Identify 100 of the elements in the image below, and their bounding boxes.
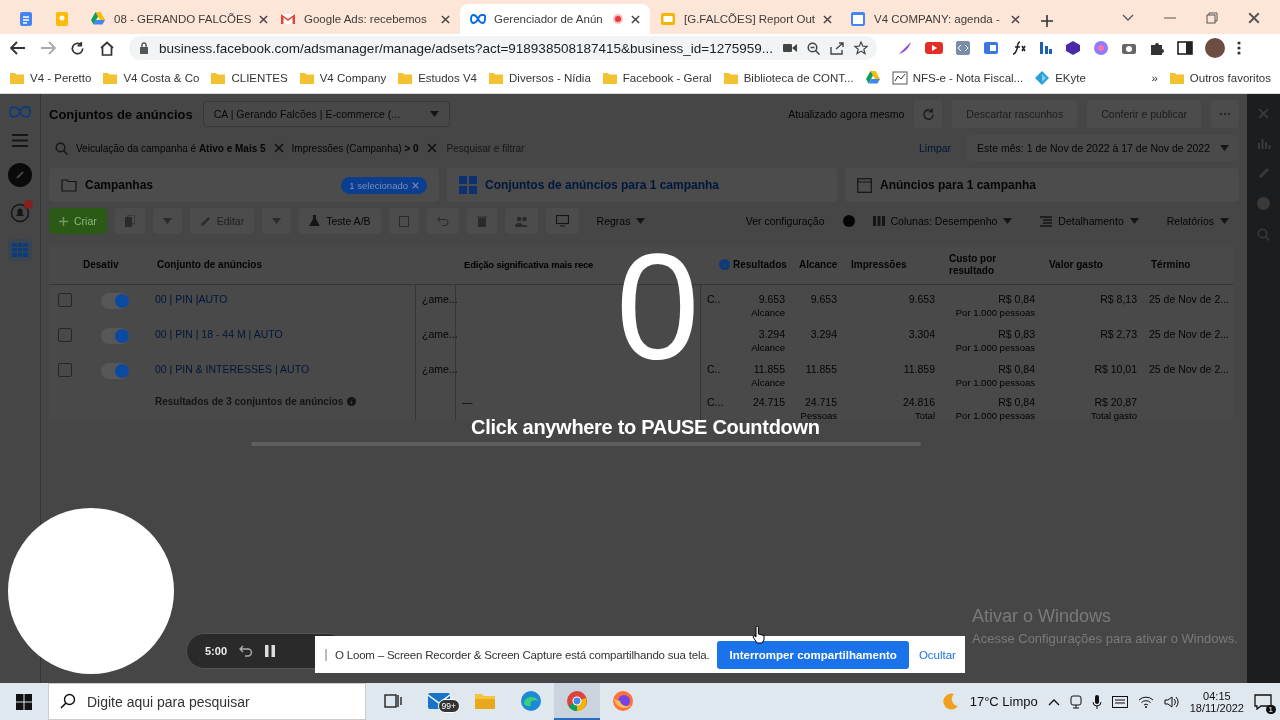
clock-time[interactable]: 04:15 <box>1203 689 1231 702</box>
undo-icon[interactable] <box>239 645 254 657</box>
ad-set-link[interactable]: 00 | PIN | 18 - 44 M | AUTO <box>155 328 283 340</box>
profile-avatar[interactable] <box>1205 38 1225 58</box>
gauge-icon[interactable] <box>8 163 32 187</box>
column-header[interactable]: Custo por resultado <box>941 245 1041 285</box>
star-icon[interactable] <box>853 41 868 55</box>
create-button[interactable]: Criar <box>49 208 107 234</box>
close-icon[interactable] <box>259 14 269 24</box>
columns-dropdown[interactable]: Colunas: Desempenho <box>862 208 1023 234</box>
remove-filter-icon[interactable] <box>273 143 284 153</box>
forward-icon[interactable] <box>40 41 56 55</box>
account-dropdown[interactable]: CA | Gerando Falcões | E-commerce (... <box>202 101 451 127</box>
chevron-up-icon[interactable] <box>1047 697 1060 706</box>
close-icon[interactable] <box>1011 14 1020 24</box>
date-range-dropdown[interactable]: Este mês: 1 de Nov de 2022 à 17 de Nov de 2022 <box>967 135 1239 161</box>
ad-set-link[interactable]: 00 | PIN & INTERESSES | AUTO <box>155 363 310 375</box>
toggle-switch[interactable] <box>101 328 129 344</box>
share-icon[interactable] <box>829 41 844 55</box>
taskbar-search-field[interactable]: Digite aqui para pesquisar <box>48 683 366 720</box>
ad-set-link[interactable]: 00 | PIN |AUTO <box>155 293 228 305</box>
clock-date[interactable]: 18/11/2022 <box>1189 701 1244 714</box>
bookmark[interactable]: Estudos V4 <box>392 67 482 88</box>
webcam-icon[interactable] <box>1069 694 1082 709</box>
column-header[interactable]: Desativ <box>81 245 149 285</box>
taskbar-app[interactable] <box>554 683 600 720</box>
address-bar[interactable]: business.facebook.com/adsmanager/manage/adsets?act=918938508187415&business_id=1275959... <box>129 36 877 60</box>
browser-tab[interactable]: Google Ads: recebemos <box>270 4 460 34</box>
windows-icon[interactable] <box>16 693 32 710</box>
toggle-switch[interactable] <box>101 293 129 309</box>
close-icon[interactable] <box>441 14 450 24</box>
function-icon[interactable] <box>1011 40 1027 56</box>
browser-tab[interactable]: Gerenciador de Anún <box>460 4 650 34</box>
code-icon[interactable] <box>955 40 971 56</box>
bookmark[interactable]: V4 - Peretto <box>4 67 97 88</box>
triangle-icon[interactable] <box>864 69 881 86</box>
bookmark[interactable]: Diversos - Nídia <box>483 67 596 88</box>
notification-icon[interactable] <box>1254 693 1272 710</box>
level-tab[interactable]: Anúncios para 1 campanha <box>845 168 1239 202</box>
bookmark[interactable]: Facebook - Geral <box>596 67 717 88</box>
zoom-icon[interactable] <box>806 41 820 55</box>
clipboard-button[interactable] <box>388 208 419 234</box>
level-tab[interactable]: Campanhas 1 selecionado <box>49 168 439 202</box>
ab-test-button[interactable]: Teste A/B <box>299 208 381 234</box>
row-checkbox[interactable] <box>58 293 72 307</box>
camera-icon[interactable] <box>1121 41 1137 55</box>
column-header[interactable]: Alcance <box>791 245 843 285</box>
bell-icon[interactable] <box>10 203 30 223</box>
bookmark[interactable]: V4 Company <box>293 67 392 88</box>
taskbar-app[interactable]: 99+ <box>416 683 462 720</box>
chevron-icon[interactable] <box>1122 14 1134 22</box>
back-icon[interactable] <box>10 41 26 55</box>
menu-icon[interactable] <box>12 134 28 147</box>
puzzle-icon[interactable] <box>1149 40 1165 56</box>
bookmark[interactable]: CLIENTES <box>205 67 293 88</box>
play-icon[interactable] <box>925 41 943 55</box>
more-icon[interactable] <box>1237 40 1241 56</box>
camera-icon[interactable] <box>782 43 797 53</box>
speaker-icon[interactable] <box>1163 695 1180 708</box>
toggle-switch[interactable] <box>101 363 129 379</box>
pause-icon[interactable] <box>265 645 276 657</box>
browser-icon[interactable] <box>983 40 999 56</box>
bookmark[interactable]: NFS-e - Nota Fiscal... <box>886 66 1029 89</box>
wifi-icon[interactable] <box>1137 695 1154 708</box>
filter-chip[interactable]: Impressões (Campanha) > 0 <box>291 142 419 154</box>
hide-link[interactable]: Ocultar <box>918 648 956 661</box>
close-icon[interactable] <box>1248 12 1260 24</box>
more-bookmarks[interactable]: » <box>1146 68 1163 87</box>
column-header[interactable]: Término <box>1143 245 1233 285</box>
column-header[interactable]: Impressões <box>843 245 941 285</box>
browser-tab[interactable]: 08 - GERANDO FALCÕES <box>80 4 270 34</box>
bookmark[interactable]: V4 Costa & Co <box>97 67 205 88</box>
home-icon[interactable] <box>99 40 115 56</box>
clear-icon[interactable] <box>412 181 419 189</box>
row-checkbox[interactable] <box>58 328 72 342</box>
bookmark-folder[interactable]: Outros favoritos <box>1163 67 1276 88</box>
side-panel-icon[interactable] <box>1177 41 1193 55</box>
weather-status[interactable]: 17°C Limpo <box>969 694 1038 709</box>
breakdown-dropdown[interactable]: Detalhamento <box>1030 208 1149 234</box>
reports-dropdown[interactable]: Relatórios <box>1156 208 1239 234</box>
restore-icon[interactable] <box>1206 12 1218 24</box>
bookmark[interactable]: EKyte <box>1029 66 1091 89</box>
remove-filter-icon[interactable] <box>426 143 437 153</box>
rules-dropdown[interactable]: Regras <box>586 208 656 234</box>
column-header[interactable]: Valor gasto <box>1041 245 1143 285</box>
column-header[interactable]: Conjunto de anúncios <box>149 245 416 285</box>
reload-icon[interactable] <box>70 40 85 56</box>
level-tab[interactable]: Conjuntos de anúncios para 1 campanha <box>447 168 837 202</box>
cube-icon[interactable] <box>1065 40 1081 56</box>
browser-tab[interactable]: V4 COMPANY: agenda - <box>840 4 1030 34</box>
browser-tab[interactable]: [G.FALCÕES] Report Out <box>650 4 840 34</box>
refresh-button[interactable] <box>914 100 943 128</box>
clear-link[interactable]: Limpar <box>918 142 952 154</box>
drag-handle[interactable] <box>325 648 327 661</box>
preview-button[interactable] <box>545 208 579 234</box>
flower-icon[interactable] <box>1093 40 1109 56</box>
selection-badge[interactable]: 1 selecionado <box>341 176 427 194</box>
bookmark[interactable]: Biblioteca de CONT... <box>717 67 859 88</box>
close-icon[interactable] <box>823 14 833 24</box>
plus-icon[interactable] <box>1040 14 1054 28</box>
